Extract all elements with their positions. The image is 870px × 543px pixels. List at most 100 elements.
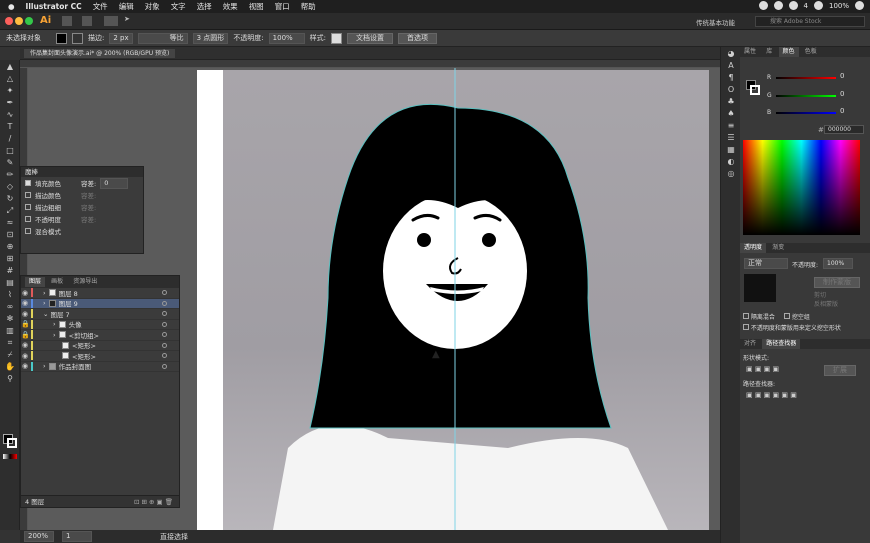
menu-select[interactable]: 选择 <box>197 1 212 12</box>
zoom-window-button[interactable] <box>25 17 33 25</box>
zoom-select[interactable]: 200% <box>24 531 54 542</box>
artboard-tool-icon[interactable]: ⌗ <box>3 338 17 348</box>
symbols-panel-icon[interactable]: ♠ <box>724 109 738 119</box>
graphic-styles-icon[interactable]: ▦ <box>724 145 738 155</box>
expand-button[interactable]: 扩展 <box>824 365 856 376</box>
gradient-panel-icon[interactable]: ◐ <box>724 157 738 167</box>
transparency-panel-icon[interactable]: ◎ <box>724 169 738 179</box>
stroke-color-icon[interactable] <box>7 438 17 448</box>
color-spectrum[interactable] <box>743 140 860 235</box>
wifi-icon[interactable] <box>813 1 823 10</box>
layer-row[interactable]: ◉ › 作品封面图 <box>21 361 179 372</box>
isolate-blending-checkbox[interactable]: 隔离混合 <box>743 312 775 321</box>
document-setup-button[interactable]: 文档设置 <box>347 32 394 44</box>
layer-row-selected[interactable]: ◉ › 图层 9 <box>21 298 179 309</box>
visibility-eye-icon[interactable]: ◉ <box>21 341 29 349</box>
tab-artboards[interactable]: 画板 <box>47 277 67 287</box>
apple-icon[interactable]: ● <box>8 2 15 11</box>
tab-pathfinder[interactable]: 路径查找器 <box>762 339 801 349</box>
magic-wand-tool-icon[interactable]: ✦ <box>3 86 17 96</box>
brushes-panel-icon[interactable]: ♣ <box>724 97 738 107</box>
blend-mode-checkbox[interactable] <box>25 228 31 234</box>
opacity-checkbox[interactable] <box>25 216 31 222</box>
fill-color-checkbox[interactable] <box>25 180 31 186</box>
shape-builder-tool-icon[interactable]: ⊕ <box>3 242 17 252</box>
menu-edit[interactable]: 编辑 <box>119 1 134 12</box>
blue-slider[interactable] <box>776 112 836 114</box>
width-tool-icon[interactable]: ≈ <box>3 218 17 228</box>
layer-row[interactable]: ◉ › 图层 8 <box>21 288 179 299</box>
target-icon[interactable] <box>162 321 167 327</box>
rectangle-tool-icon[interactable]: □ <box>3 146 17 156</box>
layer-row[interactable]: 🔒 › <剪切组> <box>21 330 179 341</box>
opacity-mask-checkbox[interactable]: 不透明度和蒙版用来定义挖空形状 <box>743 323 841 332</box>
eraser-tool-icon[interactable]: ◇ <box>3 182 17 192</box>
stroke-weight-input[interactable]: 2 px <box>109 32 133 44</box>
hex-input[interactable]: 000000 <box>824 125 864 134</box>
transparency-opacity-input[interactable]: 100% <box>823 258 853 269</box>
layer-row[interactable]: ◉ ⌄ 图层 7 <box>21 309 179 320</box>
pathfinder-icons[interactable]: ▣ ▣ ▣ ▣ ▣ ▣ <box>746 391 797 399</box>
target-icon[interactable] <box>162 311 167 317</box>
menu-file[interactable]: 文件 <box>93 1 108 12</box>
opentype-panel-icon[interactable]: O <box>724 85 738 95</box>
lock-icon[interactable]: 🔒 <box>21 331 30 339</box>
layer-row[interactable]: ◉ <矩形> <box>21 351 179 362</box>
blend-mode-select[interactable]: 正常 <box>744 258 788 269</box>
color-mode-icon[interactable] <box>3 454 17 459</box>
target-icon[interactable] <box>162 342 167 348</box>
app-menu[interactable]: Illustrator CC <box>26 2 82 11</box>
blend-tool-icon[interactable]: ∞ <box>3 302 17 312</box>
target-icon[interactable] <box>162 353 167 359</box>
status-icon[interactable] <box>788 1 798 10</box>
target-icon[interactable] <box>162 332 167 338</box>
menu-object[interactable]: 对象 <box>145 1 160 12</box>
stroke-color-checkbox[interactable] <box>25 192 31 198</box>
appearance-panel-icon[interactable]: ☰ <box>724 133 738 143</box>
opacity-input[interactable]: 100% <box>268 32 305 44</box>
document-tab[interactable]: 作品集封面头像演示.ai* @ 200% (RGB/GPU 预览) <box>24 49 176 58</box>
status-icon[interactable] <box>758 1 768 10</box>
line-tool-icon[interactable]: / <box>3 134 17 144</box>
stroke-weight-checkbox[interactable] <box>25 204 31 210</box>
target-icon[interactable] <box>162 363 167 369</box>
layer-row[interactable]: 🔒 › 头像 <box>21 319 179 330</box>
tab-layers[interactable]: 图层 <box>25 277 46 287</box>
tab-libraries[interactable]: 库 <box>762 47 776 57</box>
target-icon[interactable] <box>162 290 167 296</box>
workspace-switcher[interactable]: 传统基本功能 <box>696 17 735 27</box>
slice-tool-icon[interactable]: ⌿ <box>3 350 17 360</box>
fill-swatch[interactable] <box>56 32 67 44</box>
paragraph-panel-icon[interactable]: ¶ <box>724 73 738 83</box>
bridge-icon[interactable] <box>62 16 72 26</box>
red-value[interactable]: 0 <box>840 72 844 80</box>
stroke-panel-icon[interactable]: ≡ <box>724 121 738 131</box>
minimize-window-button[interactable] <box>15 17 23 25</box>
style-swatch[interactable] <box>331 32 343 44</box>
menu-effect[interactable]: 效果 <box>223 1 238 12</box>
layer-row[interactable]: ◉ <矩形> <box>21 340 179 351</box>
artboard-navigator[interactable]: 1 <box>62 531 92 542</box>
clip-checkbox[interactable]: 剪切 <box>814 290 826 299</box>
knockout-group-checkbox[interactable]: 挖空组 <box>784 312 810 321</box>
visibility-eye-icon[interactable]: ◉ <box>21 362 29 370</box>
perspective-tool-icon[interactable]: ⊞ <box>3 254 17 264</box>
stroke-profile-select[interactable]: 等比 <box>137 32 188 44</box>
close-window-button[interactable] <box>5 17 13 25</box>
tab-properties[interactable]: 属性 <box>740 47 760 57</box>
direct-selection-tool-icon[interactable]: △ <box>3 74 17 84</box>
type-tool-icon[interactable]: T <box>3 122 17 132</box>
stroke-swatch[interactable] <box>750 85 760 95</box>
tab-asset-export[interactable]: 资源导出 <box>69 277 101 287</box>
zoom-tool-icon[interactable]: ⚲ <box>3 374 17 384</box>
visibility-eye-icon[interactable]: ◉ <box>21 289 29 297</box>
tab-swatches[interactable]: 色板 <box>801 47 821 57</box>
character-panel-icon[interactable]: A <box>724 61 738 71</box>
scale-tool-icon[interactable]: ⤢ <box>3 206 17 216</box>
status-icon[interactable] <box>773 1 783 10</box>
tolerance-input[interactable]: 0 <box>100 177 129 189</box>
paintbrush-tool-icon[interactable]: ✎ <box>3 158 17 168</box>
siri-icon[interactable] <box>855 1 864 10</box>
eyedropper-tool-icon[interactable]: ⌇ <box>3 290 17 300</box>
horizontal-ruler[interactable] <box>20 60 720 68</box>
